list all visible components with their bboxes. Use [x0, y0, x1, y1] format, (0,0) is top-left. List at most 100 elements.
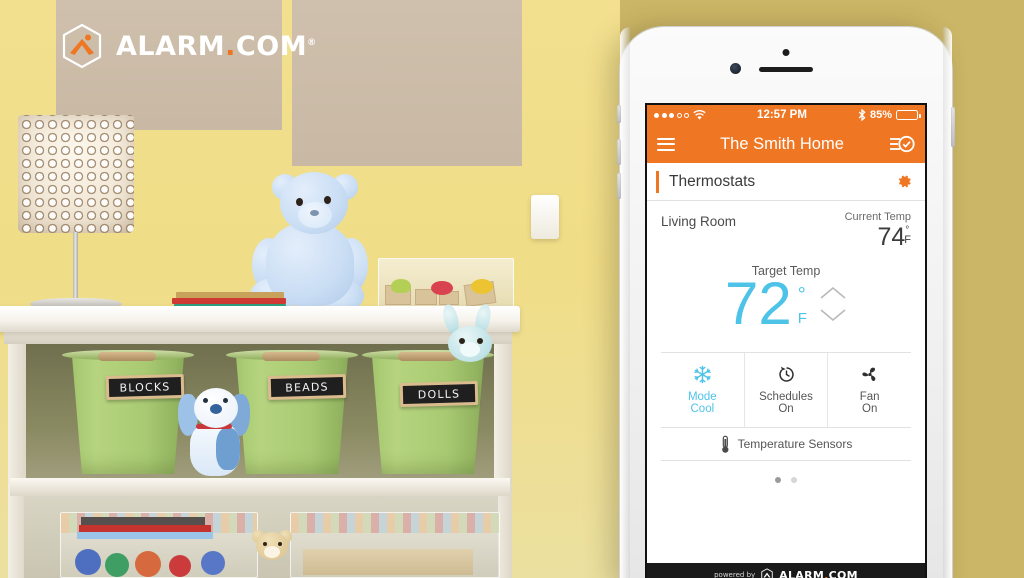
ios-status-bar: 12:57 PM 85%: [647, 105, 925, 125]
shelf-divider: [10, 478, 510, 496]
powered-by-footer: powered by ALARM.COM: [647, 563, 925, 578]
page-indicator-dots: [661, 477, 911, 483]
target-temp-steppers: [819, 285, 847, 323]
thermostat-controls-row: Mode Cool Schedules On Fan On: [661, 352, 911, 427]
logo-word-alarm: ALARM: [116, 30, 226, 62]
lower-storage-bin: [60, 512, 258, 578]
cellular-signal-dots: [654, 112, 689, 118]
bin-lid: [291, 513, 499, 533]
temperature-sensors-label: Temperature Sensors: [737, 437, 853, 451]
front-camera: [730, 63, 741, 74]
bucket-label-blocks: BLOCKS: [105, 373, 185, 401]
logo-dot: .: [225, 30, 236, 62]
gear-icon[interactable]: [896, 173, 913, 190]
earpiece-speaker: [759, 67, 813, 72]
current-temp-block: Current Temp 74 ° F: [845, 211, 911, 250]
logo-word-com: COM: [235, 30, 308, 62]
chevron-down-icon[interactable]: [819, 307, 847, 323]
wifi-icon: [693, 109, 706, 120]
bucket-label-beads: BEADS: [267, 373, 347, 401]
battery-icon: [896, 110, 921, 120]
footer-brand-wordmark: ALARM.COM: [779, 569, 858, 578]
control-label-line2: Cool: [690, 403, 715, 415]
thermostat-panel: Living Room Current Temp 74 ° F Target T…: [647, 201, 925, 483]
thermostat-top-row: Living Room Current Temp 74 ° F: [661, 211, 911, 250]
current-temp-value-row: 74 ° F: [845, 225, 911, 250]
footer-word-alarm: ALARM: [779, 568, 825, 578]
toy-storage-bin: [378, 258, 514, 310]
status-bar-right: 85%: [858, 109, 921, 121]
power-button[interactable]: [951, 107, 955, 147]
temperature-sensors-row[interactable]: Temperature Sensors: [661, 427, 911, 461]
control-schedules[interactable]: Schedules On: [745, 353, 829, 427]
bucket-handle: [262, 352, 320, 361]
snowflake-icon: [661, 363, 744, 385]
mute-switch[interactable]: [617, 105, 621, 123]
battery-percent-label: 85%: [869, 109, 892, 121]
iphone-device: 12:57 PM 85% The Smith Home Thermostats …: [617, 27, 955, 578]
bunny-plush-toy: [432, 302, 508, 368]
target-temp-unit-block: ° F: [798, 282, 807, 327]
control-label-line1: Mode: [687, 391, 717, 403]
volume-up-button[interactable]: [617, 139, 621, 165]
phone-left-edge: [620, 27, 630, 578]
section-header-thermostats: Thermostats: [647, 163, 925, 201]
target-temp-degree-symbol: °: [797, 283, 806, 306]
page-dot-active[interactable]: [775, 477, 781, 483]
small-teddy-toy: [252, 528, 292, 578]
lamp-stem: [73, 232, 78, 304]
proximity-sensor: [782, 49, 790, 56]
control-mode-cool[interactable]: Mode Cool: [661, 353, 745, 427]
registered-trademark-mark: ®: [307, 37, 317, 48]
thermometer-icon: [721, 435, 729, 453]
bee-cutout: [471, 279, 493, 294]
bucket-label-dolls: DOLLS: [399, 380, 479, 408]
alarm-hexagon-icon: [761, 568, 773, 578]
current-temp-unit: F: [904, 234, 911, 246]
alarm-dot-com-wordmark: ALARM.COM®: [116, 31, 317, 62]
clock-icon: [745, 363, 828, 385]
dog-plush-toy: [176, 384, 250, 478]
list-check-icon[interactable]: [889, 134, 915, 154]
target-temp-value: 72: [725, 270, 792, 337]
lamp-shade: [18, 115, 134, 233]
section-accent-bar: [656, 170, 659, 193]
storage-bucket: [371, 352, 485, 474]
bluetooth-icon: [858, 109, 866, 121]
volume-down-button[interactable]: [617, 173, 621, 199]
lower-storage-bin: [290, 512, 500, 578]
target-temp-unit: F: [797, 309, 807, 327]
alarm-hexagon-icon: [62, 23, 102, 69]
footer-word-com: COM: [828, 568, 858, 578]
status-bar-time: 12:57 PM: [757, 109, 807, 121]
screenshot-root: BLOCKS BEADS DOLLS ALARM.COM® 12:57 PM 8…: [0, 0, 1024, 578]
room-name-label: Living Room: [661, 214, 737, 229]
app-header-bar: The Smith Home: [647, 125, 925, 163]
control-fan[interactable]: Fan On: [828, 353, 911, 427]
storage-bucket: [71, 352, 185, 474]
chevron-up-icon[interactable]: [819, 285, 847, 301]
door-window-sensor: [531, 195, 559, 239]
ladybug-cutout: [431, 281, 453, 295]
wall-panel-right: [292, 0, 522, 166]
current-temp-label: Current Temp: [844, 211, 911, 223]
target-temp-row: 72 ° F: [661, 274, 911, 334]
room-photo-background: BLOCKS BEADS DOLLS: [0, 0, 620, 578]
lamp-shade-pattern: [18, 115, 134, 233]
butterfly-cutout: [391, 279, 411, 293]
status-bar-left: [654, 109, 706, 121]
fan-icon: [828, 363, 911, 385]
hamburger-menu-icon[interactable]: [657, 137, 675, 151]
page-dot[interactable]: [791, 477, 797, 483]
bucket-handle: [98, 352, 156, 361]
control-label-line2: On: [778, 403, 794, 415]
section-title: Thermostats: [669, 172, 756, 190]
control-label-line1: Schedules: [759, 391, 813, 403]
control-label-line1: Fan: [859, 391, 880, 403]
alarm-dot-com-logo: ALARM.COM®: [58, 22, 317, 70]
footer-prefix-label: powered by: [714, 571, 756, 578]
control-label-line2: On: [862, 403, 878, 415]
current-temp-value: 74: [877, 223, 906, 251]
phone-screen: 12:57 PM 85% The Smith Home Thermostats …: [647, 105, 925, 578]
app-title: The Smith Home: [720, 134, 844, 153]
